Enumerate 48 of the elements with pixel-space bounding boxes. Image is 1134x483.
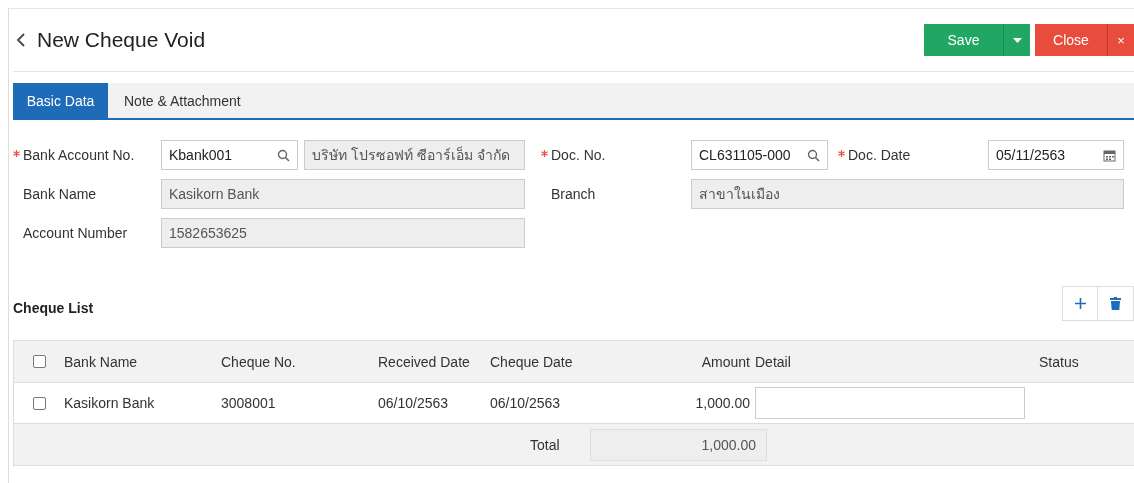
checkbox[interactable] [32,355,46,368]
input-field: Kasikorn Bank [161,179,525,209]
close-x-button[interactable]: × [1107,24,1134,56]
caret-icon [1012,37,1022,43]
table-cell-text: 1,000.00 [694,395,750,411]
tab[interactable]: Basic Data [13,83,108,118]
trash-icon [1110,297,1121,310]
column-header: Detail [754,353,792,370]
back-icon[interactable] [15,32,27,48]
section-title: Cheque List [13,300,94,316]
plus-icon [1074,298,1086,309]
detail-field[interactable] [755,387,1025,419]
total-field: 1,000.00 [590,428,767,461]
tab[interactable]: Note & Attachment [108,83,257,118]
table-cell-text: 06/10/2563 [378,395,450,411]
required-icon [838,149,845,157]
field-label: Bank Account No. [13,147,161,163]
page-title: New Cheque Void [37,28,207,52]
checkbox[interactable] [32,396,46,410]
close-button[interactable]: Close [1035,24,1107,56]
search-icon[interactable] [277,148,290,162]
table-cell-text: 3008001 [221,395,277,411]
search-icon[interactable] [807,148,820,162]
column-header: Cheque No. [221,353,297,370]
total-label: Total [530,436,561,453]
required-icon [13,149,20,157]
input-field[interactable]: Kbank001 [161,140,298,170]
column-header: Received Date [378,353,471,370]
column-header: Amount [700,353,750,370]
column-header: Cheque Date [490,353,574,370]
required-icon [541,149,548,157]
input-field[interactable]: CL631105-000 [691,140,828,170]
delete-button[interactable] [1098,286,1134,321]
column-header: Status [1038,353,1080,370]
calendar-icon[interactable] [1103,148,1116,162]
column-header: Bank Name [64,353,139,370]
field-label: Bank Name [22,186,98,202]
input-field: สาขาในเมือง [691,179,1124,209]
field-label: Doc. Date [838,147,988,163]
input-field: 1582653625 [161,218,525,248]
input-field: บริษัท โปรซอฟท์ ซีอาร์เอ็ม จำกัด [304,140,525,170]
field-label: Account Number [22,225,129,241]
dropdown-button[interactable] [1003,24,1030,56]
table-cell-text: 06/10/2563 [490,395,562,411]
field-label: Branch [550,186,597,202]
table-cell-text: Kasikorn Bank [64,395,156,411]
date-field[interactable]: 05/11/2563 [988,140,1124,170]
field-label: Doc. No. [541,147,691,163]
